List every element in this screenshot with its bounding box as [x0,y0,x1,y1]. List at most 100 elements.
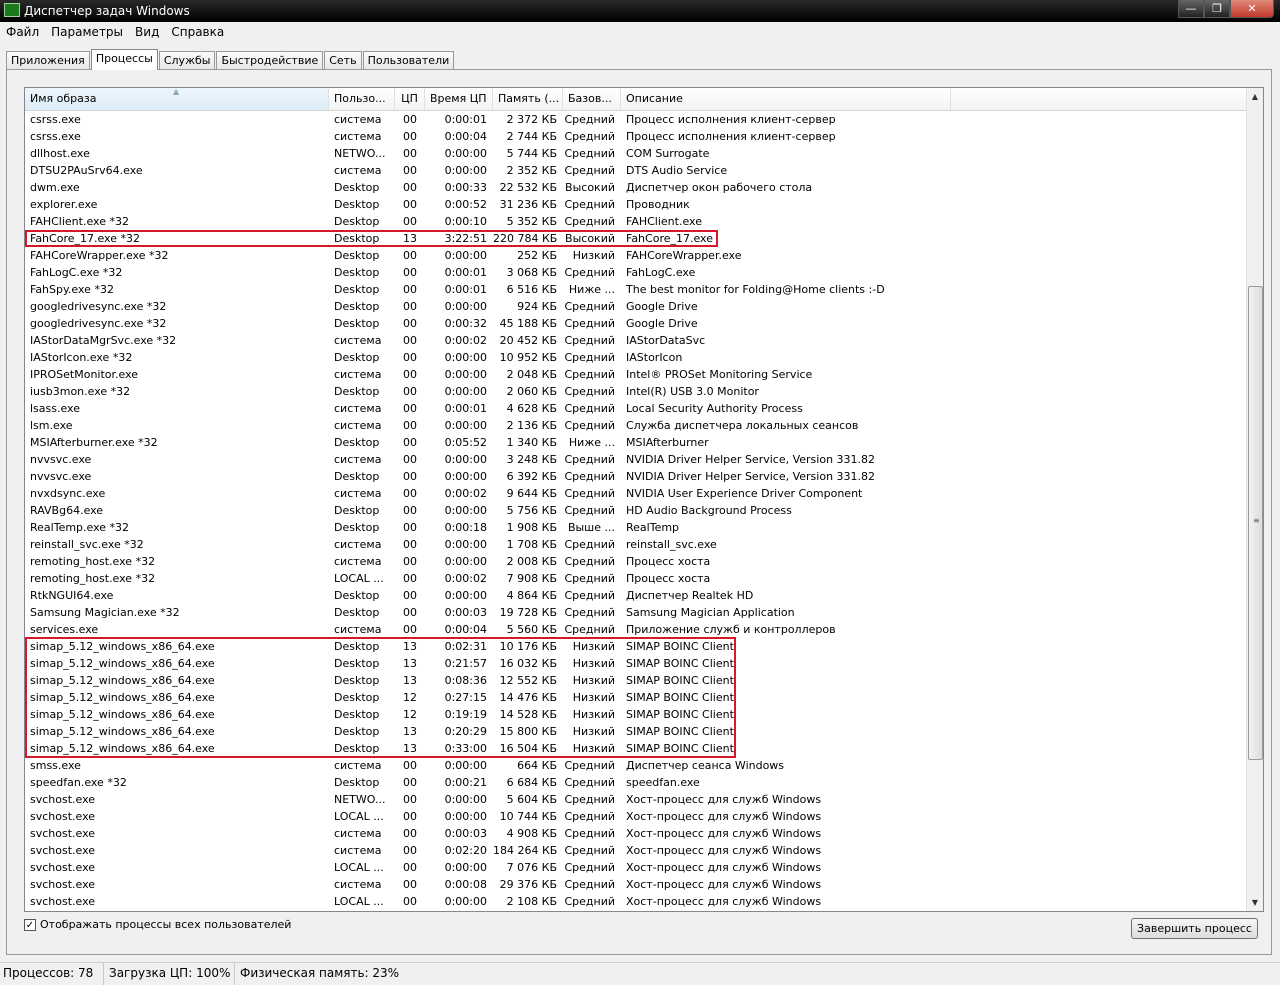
process-row[interactable]: Samsung Magician.exe *32 Desktop 00 0:00:03… [25,604,1247,621]
cell-user: Desktop [334,215,380,228]
process-row[interactable]: iusb3mon.exe *32 Desktop 00 0:00:00 2 060 КБ… [25,383,1247,400]
process-row[interactable]: remoting_host.exe *32 LOCAL ... 00 0:00:02 7… [25,570,1247,587]
process-row[interactable]: FahLogC.exe *32 Desktop 00 0:00:01 3 068 КБ С… [25,264,1247,281]
process-row[interactable]: lsm.exe система 00 0:00:00 2 136 КБ Средний Сл… [25,417,1247,434]
cell-user: Desktop [334,776,380,789]
process-row[interactable]: googledrivesync.exe *32 Desktop 00 0:00:32 4… [25,315,1247,332]
process-list[interactable]: Имя образа ▲ Пользо... ЦП Время ЦП Память… [24,87,1264,912]
scroll-up-icon[interactable]: ▲ [1247,88,1263,105]
process-row[interactable]: svchost.exe LOCAL ... 00 0:00:00 2 108 КБ Сре… [25,893,1247,910]
process-row[interactable]: simap_5.12_windows_x86_64.exe Desktop 13 0:… [25,672,1247,689]
process-row[interactable]: RtkNGUI64.exe Desktop 00 0:00:00 4 864 КБ Сре… [25,587,1247,604]
process-row[interactable]: simap_5.12_windows_x86_64.exe Desktop 13 0:… [25,740,1247,757]
process-row[interactable]: RealTemp.exe *32 Desktop 00 0:00:18 1 908 КБ… [25,519,1247,536]
process-row[interactable]: MSIAfterburner.exe *32 Desktop 00 0:05:52 1 … [25,434,1247,451]
column-user[interactable]: Пользо... [329,88,395,110]
process-row[interactable]: dllhost.exe NETWO... 00 0:00:00 5 744 КБ Сред… [25,145,1247,162]
column-cpu[interactable]: ЦП [395,88,425,110]
cell-cpu-time: 0:00:04 [444,623,487,636]
cell-priority: Средний [564,487,615,500]
column-description[interactable]: Описание [621,88,951,110]
menu-file[interactable]: Файл [0,22,45,42]
process-row[interactable]: DTSU2PAuSrv64.exe система 00 0:00:00 2 352 К… [25,162,1247,179]
process-row[interactable]: explorer.exe Desktop 00 0:00:52 31 236 КБ Сре… [25,196,1247,213]
cell-priority: Средний [564,793,615,806]
cell-priority: Средний [564,470,615,483]
cell-cpu-time: 0:00:00 [444,759,487,772]
end-process-button[interactable]: Завершить процесс [1131,918,1258,939]
tab-processes[interactable]: Процессы [90,49,158,70]
process-row[interactable]: svchost.exe система 00 0:00:08 29 376 КБ Сред… [25,876,1247,893]
process-row[interactable]: FahSpy.exe *32 Desktop 00 0:00:01 6 516 КБ Ни… [25,281,1247,298]
cell-cpu-time: 0:02:20 [444,844,487,857]
process-row[interactable]: IPROSetMonitor.exe система 00 0:00:00 2 048 … [25,366,1247,383]
process-row[interactable]: FAHClient.exe *32 Desktop 00 0:00:10 5 352 К… [25,213,1247,230]
process-row[interactable]: reinstall_svc.exe *32 система 00 0:00:00 1 7… [25,536,1247,553]
cell-image-name: iusb3mon.exe *32 [30,385,131,398]
minimize-button[interactable]: — [1178,0,1204,18]
process-row[interactable]: googledrivesync.exe *32 Desktop 00 0:00:00 9… [25,298,1247,315]
show-all-users-control[interactable]: ✓ Отображать процессы всех пользователей [24,918,291,931]
cell-image-name: simap_5.12_windows_x86_64.exe [30,725,215,738]
process-row[interactable]: FahCore_17.exe *32 Desktop 13 3:22:51 220 78… [25,230,1247,247]
cell-description: MSIAfterburner [626,436,709,449]
cell-cpu-time: 0:00:00 [444,300,487,313]
cell-image-name: simap_5.12_windows_x86_64.exe [30,691,215,704]
tab-performance[interactable]: Быстродействие [216,51,324,70]
process-row[interactable]: nvxdsync.exe система 00 0:00:02 9 644 КБ Сред… [25,485,1247,502]
cell-user: Desktop [334,470,380,483]
cell-cpu-time: 0:00:00 [444,453,487,466]
process-row[interactable]: simap_5.12_windows_x86_64.exe Desktop 13 0:… [25,723,1247,740]
process-row[interactable]: dwm.exe Desktop 00 0:00:33 22 532 КБ Высокий Д… [25,179,1247,196]
cell-cpu-time: 0:00:01 [444,266,487,279]
cell-description: NVIDIA Driver Helper Service, Version 33… [626,453,876,466]
process-row[interactable]: lsass.exe система 00 0:00:01 4 628 КБ Средний… [25,400,1247,417]
process-row[interactable]: IAStorDataMgrSvc.exe *32 система 00 0:00:02… [25,332,1247,349]
process-row[interactable]: simap_5.12_windows_x86_64.exe Desktop 13 0:… [25,638,1247,655]
cell-cpu-time: 0:27:15 [444,691,487,704]
process-row[interactable]: services.exe система 00 0:00:04 5 560 КБ Сред… [25,621,1247,638]
process-row[interactable]: simap_5.12_windows_x86_64.exe Desktop 12 0:… [25,706,1247,723]
process-row[interactable]: speedfan.exe *32 Desktop 00 0:00:21 6 684 КБ… [25,774,1247,791]
cell-description: RealTemp [626,521,680,534]
show-all-users-checkbox[interactable]: ✓ [24,918,36,931]
scroll-down-icon[interactable]: ▼ [1247,894,1263,911]
process-row[interactable]: remoting_host.exe *32 система 00 0:00:00 2 0… [25,553,1247,570]
maximize-button[interactable]: ❐ [1204,0,1230,18]
column-empty [951,88,1247,110]
cell-image-name: reinstall_svc.exe *32 [30,538,144,551]
vertical-scrollbar[interactable]: ▲ ≡ ▼ [1246,88,1263,911]
process-row[interactable]: simap_5.12_windows_x86_64.exe Desktop 13 0:… [25,655,1247,672]
process-row[interactable]: nvvsvc.exe Desktop 00 0:00:00 6 392 КБ Средни… [25,468,1247,485]
close-button[interactable]: ✕ [1230,0,1274,18]
process-row[interactable]: smss.exe система 00 0:00:00 664 КБ Средний Дис… [25,757,1247,774]
column-priority[interactable]: Базов... [563,88,621,110]
menu-help[interactable]: Справка [165,22,230,42]
process-row[interactable]: IAStorIcon.exe *32 Desktop 00 0:00:00 10 952… [25,349,1247,366]
column-image-name[interactable]: Имя образа ▲ [25,88,329,110]
process-row[interactable]: simap_5.12_windows_x86_64.exe Desktop 12 0:… [25,689,1247,706]
process-row[interactable]: svchost.exe LOCAL ... 00 0:00:00 10 744 КБ Ср… [25,808,1247,825]
process-row[interactable]: RAVBg64.exe Desktop 00 0:00:00 5 756 КБ Средн… [25,502,1247,519]
process-row[interactable]: FAHCoreWrapper.exe *32 Desktop 00 0:00:00 25… [25,247,1247,264]
cell-cpu-time: 0:00:00 [444,895,487,908]
tab-users[interactable]: Пользователи [362,51,455,70]
column-cpu-time[interactable]: Время ЦП [425,88,493,110]
column-memory[interactable]: Память (... [493,88,563,110]
process-row[interactable]: svchost.exe система 00 0:00:03 4 908 КБ Средн… [25,825,1247,842]
tab-network[interactable]: Сеть [324,51,362,70]
menu-view[interactable]: Вид [129,22,165,42]
scroll-thumb[interactable]: ≡ [1248,286,1263,760]
process-row[interactable]: svchost.exe система 00 0:02:20 184 264 КБ Сре… [25,842,1247,859]
process-row[interactable]: csrss.exe система 00 0:00:04 2 744 КБ Средний… [25,128,1247,145]
process-row[interactable]: csrss.exe система 00 0:00:01 2 372 КБ Средний… [25,111,1247,128]
menu-options[interactable]: Параметры [45,22,129,42]
process-row[interactable]: nvvsvc.exe система 00 0:00:00 3 248 КБ Средни… [25,451,1247,468]
cell-description: SIMAP BOINC Client [626,640,734,653]
tab-applications[interactable]: Приложения [6,51,90,70]
process-row[interactable]: svchost.exe LOCAL ... 00 0:00:00 7 076 КБ Сре… [25,859,1247,876]
cell-priority: Средний [564,504,615,517]
cell-user: Desktop [334,232,380,245]
process-row[interactable]: svchost.exe NETWO... 00 0:00:00 5 604 КБ Сред… [25,791,1247,808]
tab-services[interactable]: Службы [158,51,216,70]
